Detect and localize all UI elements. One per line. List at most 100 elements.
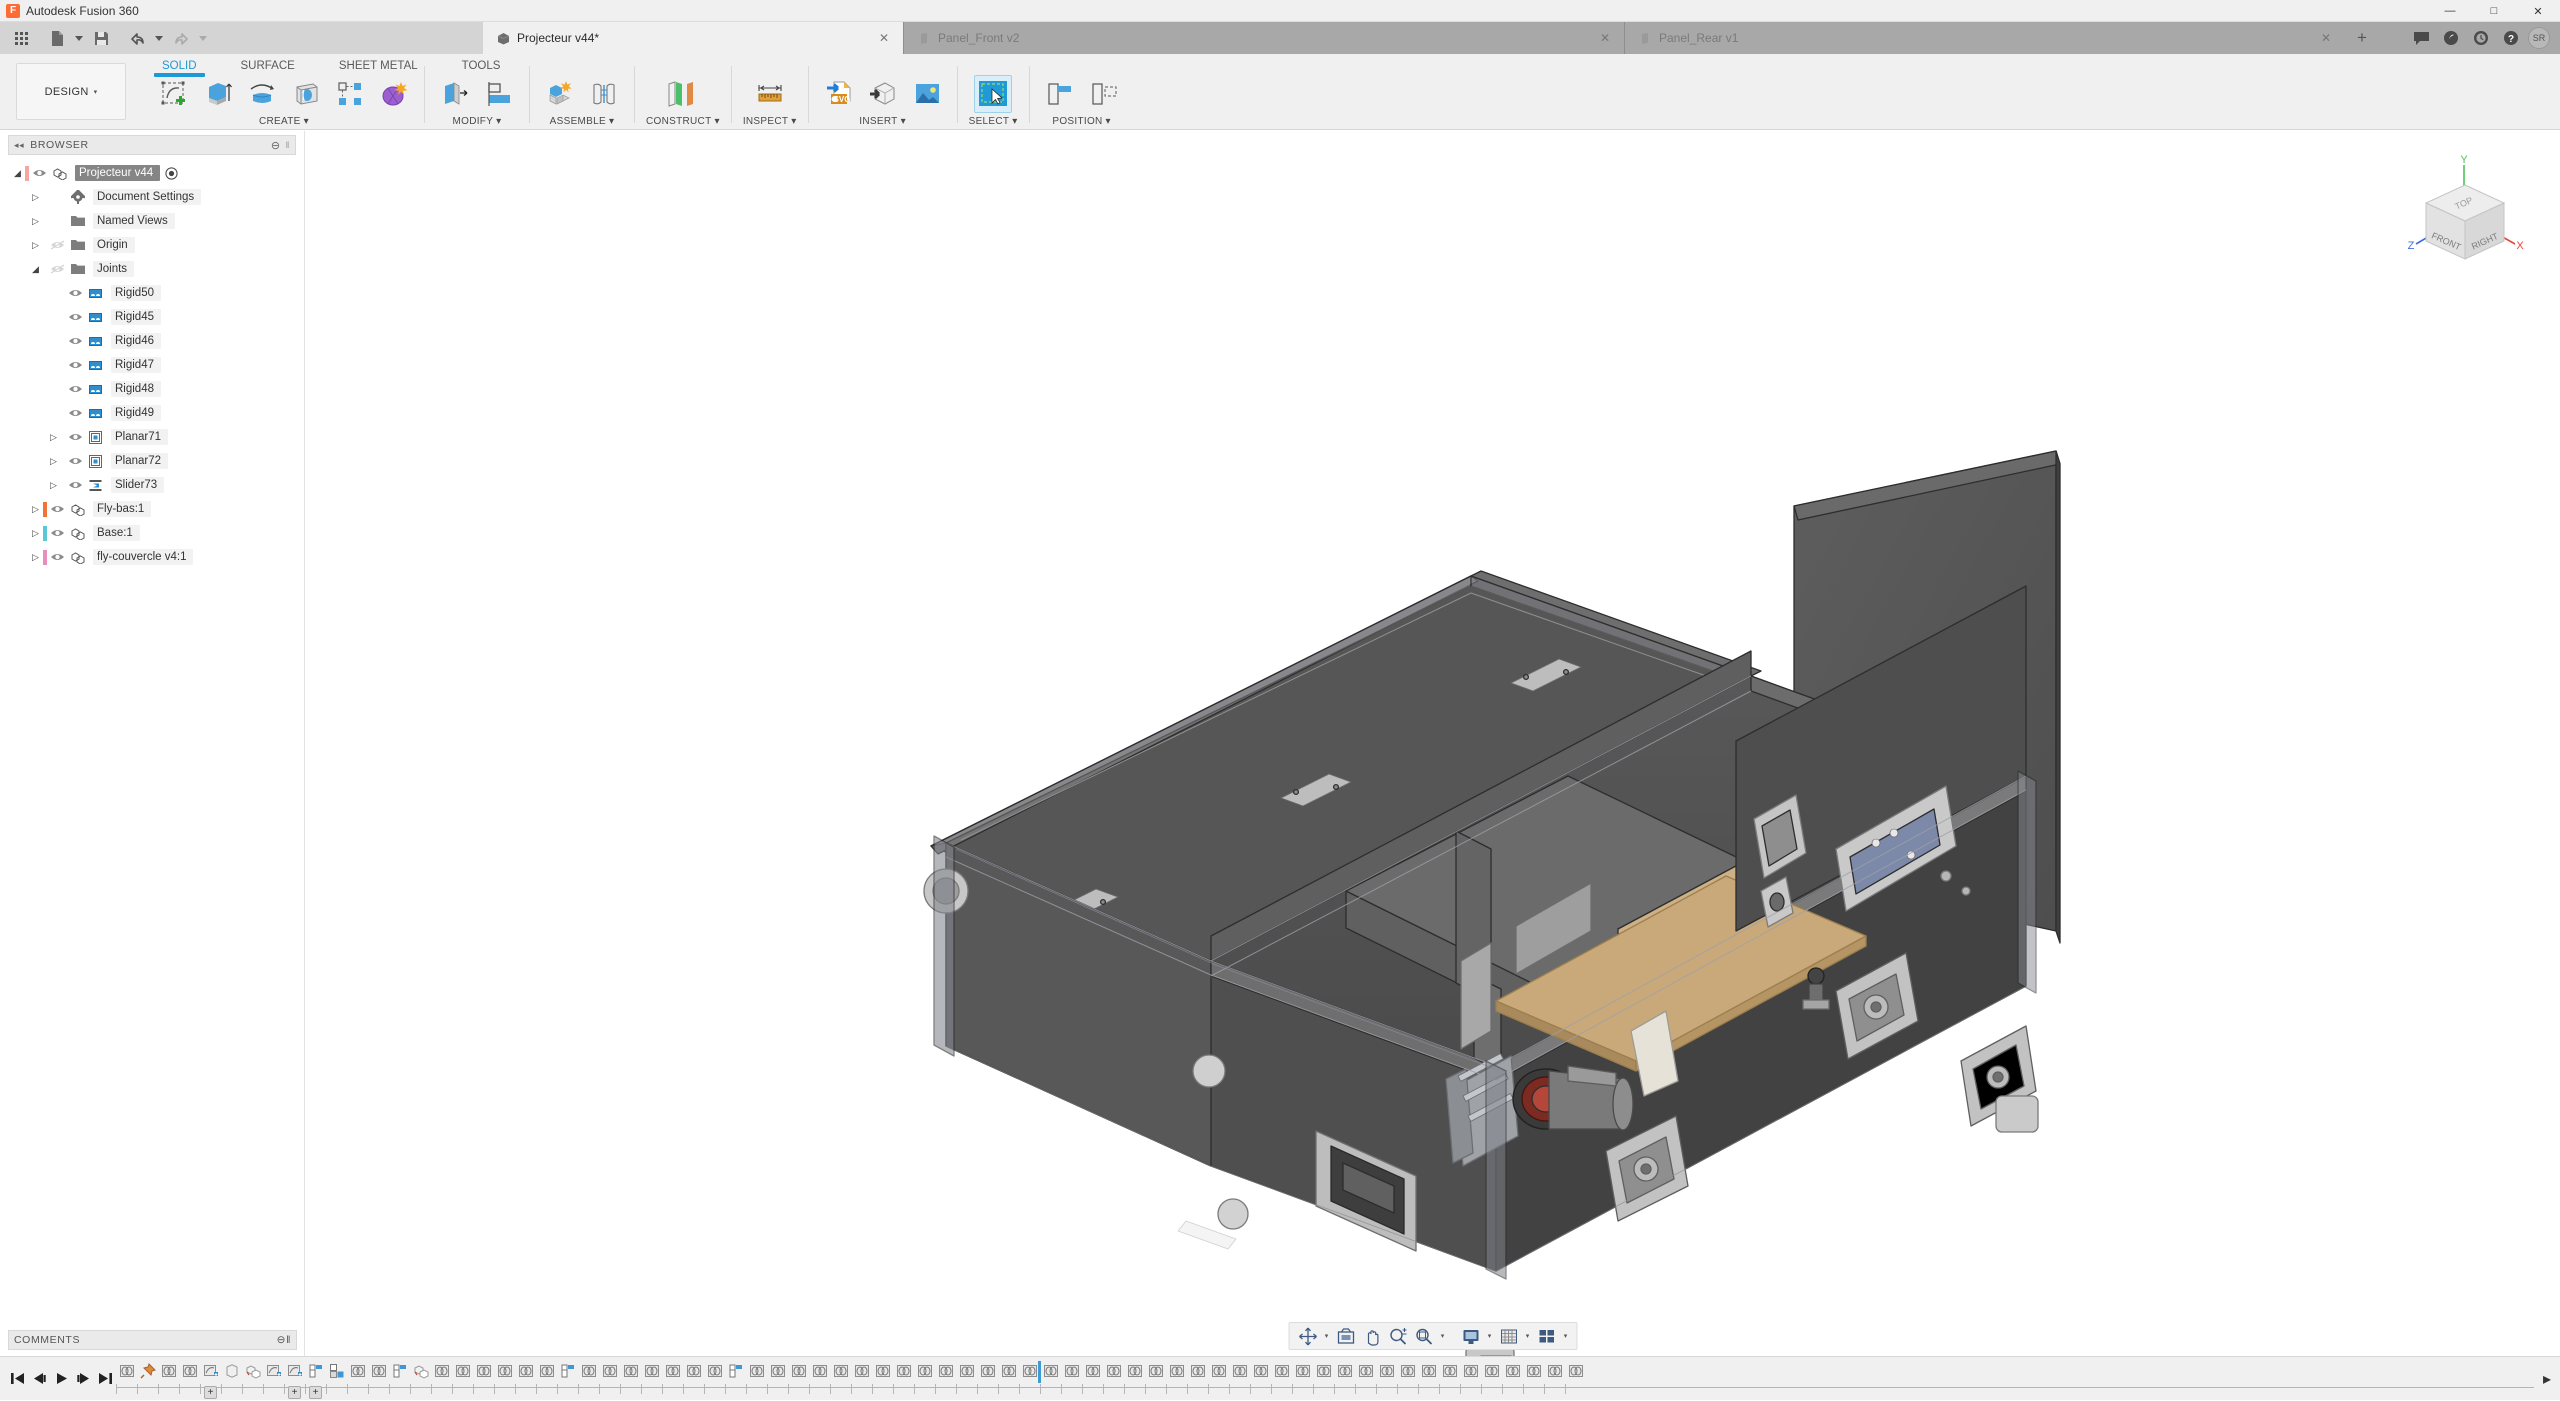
timeline-position-marker[interactable] xyxy=(1038,1361,1041,1383)
pattern-icon[interactable] xyxy=(331,75,369,113)
expand-arrow-closed-icon[interactable]: ▷ xyxy=(28,504,43,515)
timeline-feature[interactable] xyxy=(977,1359,998,1383)
timeline-feature[interactable] xyxy=(956,1359,977,1383)
expand-arrow-closed-icon[interactable]: ▷ xyxy=(28,552,43,563)
timeline-feature[interactable] xyxy=(1124,1359,1145,1383)
expand-arrow-closed-icon[interactable]: ▷ xyxy=(46,480,61,491)
browser-node[interactable]: Rigid46 xyxy=(0,329,304,353)
grid-snaps-icon[interactable] xyxy=(1497,1324,1521,1348)
timeline-feature[interactable] xyxy=(662,1359,683,1383)
visibility-eye-icon[interactable] xyxy=(68,336,89,346)
visibility-eye-icon[interactable] xyxy=(68,456,89,466)
timeline-feature[interactable] xyxy=(494,1359,515,1383)
redo-icon[interactable] xyxy=(168,26,194,50)
timeline-feature[interactable] xyxy=(410,1359,431,1383)
timeline-feature[interactable] xyxy=(179,1359,200,1383)
timeline-feature[interactable] xyxy=(851,1359,872,1383)
chevron-down-icon[interactable]: ▾ xyxy=(304,116,309,127)
visibility-eye-icon[interactable] xyxy=(68,480,89,490)
timeline-feature[interactable] xyxy=(515,1359,536,1383)
document-tab-panel-rear[interactable]: Panel_Rear v1 ✕ xyxy=(1625,22,2345,54)
timeline-feature[interactable] xyxy=(1250,1359,1271,1383)
visibility-eye-icon[interactable] xyxy=(50,504,71,514)
job-status-icon[interactable] xyxy=(2468,25,2494,51)
timeline-feature[interactable] xyxy=(1523,1359,1544,1383)
browser-node[interactable]: Rigid45 xyxy=(0,305,304,329)
timeline-group-expand-icon[interactable]: + xyxy=(204,1386,217,1399)
align-position-icon[interactable] xyxy=(1041,75,1079,113)
step-forward-button[interactable] xyxy=(72,1365,94,1393)
comments-icon[interactable] xyxy=(2408,25,2434,51)
chevron-down-icon[interactable]: ▾ xyxy=(496,116,501,127)
grid-apps-icon[interactable] xyxy=(8,26,34,50)
browser-node[interactable]: Rigid47 xyxy=(0,353,304,377)
offset-plane-icon[interactable] xyxy=(659,75,707,113)
timeline-feature[interactable] xyxy=(326,1359,347,1383)
close-button[interactable]: ✕ xyxy=(2516,0,2560,22)
timeline-feature[interactable] xyxy=(1187,1359,1208,1383)
step-back-button[interactable] xyxy=(28,1365,50,1393)
timeline-group-expand-icon[interactable]: + xyxy=(309,1386,322,1399)
expand-arrow-open-icon[interactable]: ◢ xyxy=(10,168,25,179)
expand-arrow-closed-icon[interactable]: ▷ xyxy=(46,432,61,443)
browser-node[interactable]: ◢Joints xyxy=(0,257,304,281)
redo-dropdown-icon[interactable] xyxy=(196,26,210,50)
timeline-feature[interactable] xyxy=(1040,1359,1061,1383)
browser-node[interactable]: ▷fly-couvercle v4:1 xyxy=(0,545,304,569)
timeline-feature[interactable] xyxy=(1439,1359,1460,1383)
timeline-feature[interactable] xyxy=(809,1359,830,1383)
chevron-down-icon[interactable]: ▾ xyxy=(1106,116,1111,127)
browser-node[interactable]: ▷Fly-bas:1 xyxy=(0,497,304,521)
timeline-feature[interactable] xyxy=(893,1359,914,1383)
visibility-eye-icon[interactable] xyxy=(68,288,89,298)
collapse-icon[interactable]: ◂◂ xyxy=(14,140,24,151)
timeline-feature[interactable] xyxy=(935,1359,956,1383)
chevron-down-icon[interactable]: ▾ xyxy=(901,116,906,127)
save-icon[interactable] xyxy=(88,26,114,50)
timeline-feature[interactable] xyxy=(1103,1359,1124,1383)
timeline-feature[interactable] xyxy=(1166,1359,1187,1383)
timeline-end-marker[interactable]: ▸ xyxy=(2534,1369,2560,1389)
workspace-selector[interactable]: DESIGN ▾ xyxy=(16,63,126,120)
expand-arrow-closed-icon[interactable]: ▷ xyxy=(28,216,43,227)
model-view[interactable] xyxy=(306,131,2560,1356)
timeline-feature[interactable] xyxy=(389,1359,410,1383)
undo-dropdown-icon[interactable] xyxy=(152,26,166,50)
revolve-icon[interactable] xyxy=(243,75,281,113)
close-icon[interactable]: ✕ xyxy=(1600,31,1610,45)
avatar[interactable]: SR xyxy=(2528,27,2550,49)
expand-arrow-closed-icon[interactable]: ▷ xyxy=(28,528,43,539)
expand-arrow-closed-icon[interactable]: ▷ xyxy=(46,456,61,467)
chevron-down-icon[interactable]: ▾ xyxy=(1322,1324,1332,1348)
close-icon[interactable]: ✕ xyxy=(2321,31,2331,45)
visibility-eye-icon[interactable] xyxy=(68,384,89,394)
browser-node[interactable]: ▷Document Settings xyxy=(0,185,304,209)
pan-icon[interactable] xyxy=(1360,1324,1384,1348)
zoom-window-icon[interactable] xyxy=(1412,1324,1436,1348)
form-icon[interactable] xyxy=(375,75,413,113)
timeline-feature[interactable] xyxy=(1271,1359,1292,1383)
align-icon[interactable] xyxy=(480,75,518,113)
visibility-eye-icon[interactable] xyxy=(68,360,89,370)
chevron-down-icon[interactable]: ▾ xyxy=(714,116,719,127)
timeline-feature[interactable] xyxy=(1208,1359,1229,1383)
undo-icon[interactable] xyxy=(124,26,150,50)
expand-arrow-open-icon[interactable]: ◢ xyxy=(28,264,43,275)
timeline-feature[interactable] xyxy=(158,1359,179,1383)
help-icon[interactable]: ? xyxy=(2498,25,2524,51)
joint-icon[interactable] xyxy=(585,75,623,113)
timeline-feature[interactable] xyxy=(872,1359,893,1383)
timeline-feature[interactable] xyxy=(1418,1359,1439,1383)
measure-icon[interactable] xyxy=(751,75,789,113)
browser-node[interactable]: ▷Planar71 xyxy=(0,425,304,449)
timeline-feature[interactable] xyxy=(536,1359,557,1383)
timeline-feature[interactable] xyxy=(620,1359,641,1383)
timeline-feature[interactable] xyxy=(914,1359,935,1383)
timeline-feature[interactable] xyxy=(599,1359,620,1383)
timeline-feature[interactable] xyxy=(473,1359,494,1383)
visibility-eye-icon[interactable] xyxy=(50,528,71,538)
timeline-feature[interactable] xyxy=(431,1359,452,1383)
move-copy-icon[interactable] xyxy=(1085,75,1123,113)
timeline-feature[interactable] xyxy=(1061,1359,1082,1383)
maximize-button[interactable]: □ xyxy=(2472,0,2516,22)
